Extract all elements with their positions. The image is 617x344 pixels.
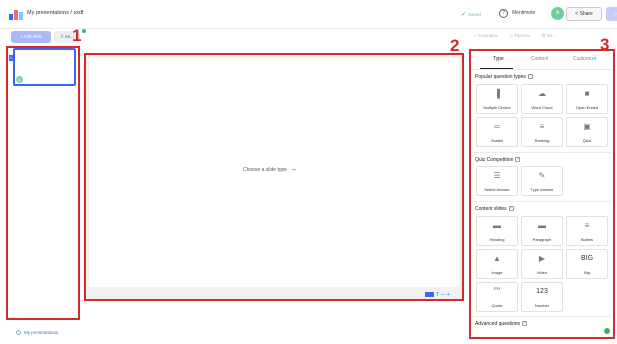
tile-video[interactable]: ▶ Video: [521, 249, 563, 279]
avatar[interactable]: A: [551, 7, 564, 20]
top-bar: My presentations / sxdf ✓ Saved ? Mentimo…: [0, 0, 617, 29]
big-text-icon: BIG: [580, 255, 594, 262]
help-icon[interactable]: ?: [522, 321, 528, 327]
section-advanced-title: Advanced questions?: [475, 321, 528, 327]
help-icon[interactable]: ?: [515, 157, 521, 163]
tile-type-answer[interactable]: ✎ Type Answer: [521, 166, 563, 196]
tile-big[interactable]: BIG Big: [566, 249, 608, 279]
quote-icon: ““: [493, 286, 501, 297]
question-circle-icon[interactable]: ?: [499, 9, 508, 18]
tile-label: Paragraph: [532, 237, 552, 242]
present-button[interactable]: ▷ Present: [606, 7, 617, 21]
section-divider: [473, 152, 611, 153]
add-slide-button[interactable]: + Add slide: [11, 31, 51, 43]
slide-rail-highlight: [6, 46, 80, 320]
menti-logo-icon[interactable]: [9, 9, 24, 20]
section-quiz-title: Quiz Competition?: [475, 157, 521, 163]
tile-ranking[interactable]: ≡ Ranking: [521, 117, 563, 147]
tile-label: Bullets: [580, 237, 593, 242]
tab-content[interactable]: Content: [531, 56, 549, 62]
slide-badge: A: [16, 76, 23, 83]
tab-customize[interactable]: Customize: [573, 56, 597, 62]
tile-label: Scales: [490, 138, 503, 143]
heading-icon: ▬: [493, 221, 501, 230]
tile-bullets[interactable]: ≡ Bullets: [566, 216, 608, 246]
section-divider: [473, 201, 611, 202]
check-icon: ✓: [461, 12, 467, 18]
cloud-icon: ☁: [538, 89, 546, 98]
section-quiz-label: Quiz Competition: [475, 157, 514, 163]
qa-icon: ▣: [583, 122, 591, 131]
tile-heading[interactable]: ▬ Heading: [476, 216, 518, 246]
tile-label: Ranking: [534, 138, 550, 143]
list-icon: ☰: [493, 171, 501, 180]
presentations-icon: [16, 330, 21, 336]
my-presentations-label: My presentations: [24, 330, 59, 335]
status-dot: [82, 29, 86, 33]
annotation-1: 1: [72, 26, 82, 45]
section-divider: [473, 316, 611, 317]
image-icon: ▲: [493, 254, 501, 263]
section-advanced-label: Advanced questions: [475, 321, 521, 327]
my-presentations-link[interactable]: My presentations: [16, 330, 59, 336]
tab-type[interactable]: Type: [493, 56, 504, 62]
video-play-icon: ▶: [538, 254, 546, 263]
tile-label: Image: [491, 270, 503, 275]
tile-number[interactable]: 123 Number: [521, 282, 563, 312]
tile-label: Video: [536, 270, 548, 275]
bullets-icon: ≡: [584, 221, 590, 230]
tile-word-cloud[interactable]: ☁ Word Cloud: [521, 84, 563, 114]
toolbar-right: ☆ Examples ◇ Themes ⚙ Se...: [473, 33, 566, 39]
tile-label: Open Ended: [575, 105, 599, 110]
share-button[interactable]: < Share: [566, 7, 602, 21]
pencil-icon: ✎: [538, 171, 546, 180]
canvas-highlight: [84, 53, 464, 301]
tile-quote[interactable]: ““ Quote: [476, 282, 518, 312]
tile-image[interactable]: ▲ Image: [476, 249, 518, 279]
scales-icon: ═: [494, 122, 500, 131]
tile-label: Big: [584, 270, 590, 275]
paragraph-icon: ▬: [538, 221, 546, 230]
ranking-icon: ≡: [539, 122, 545, 131]
tile-label: Multiple Choice: [483, 105, 511, 110]
panel-tabs: Type Content Customize: [473, 56, 611, 68]
tile-scales[interactable]: ═ Scales: [476, 117, 518, 147]
saved-status: ✓ Saved: [461, 11, 481, 18]
section-content-title: Content slides?: [475, 206, 514, 212]
mentimote-link[interactable]: Mentimote: [512, 10, 535, 16]
tile-multiple-choice[interactable]: ▐ Multiple Choice: [476, 84, 518, 114]
themes-button[interactable]: ◇ Themes: [509, 33, 530, 38]
tab-divider: [471, 69, 613, 70]
help-icon[interactable]: ?: [527, 74, 533, 80]
tile-label: Number: [534, 303, 550, 308]
tile-select-answer[interactable]: ☰ Select Answer: [476, 166, 518, 196]
speech-bubbles-icon: ■: [584, 89, 590, 98]
breadcrumb[interactable]: My presentations / sxdf: [27, 10, 84, 16]
tile-label: Select Answer: [484, 187, 510, 192]
settings-button[interactable]: ⚙ Se...: [541, 33, 556, 38]
tile-label: Heading: [489, 237, 505, 242]
annotation-2: 2: [450, 36, 460, 55]
bar-chart-icon: ▐: [494, 89, 500, 98]
chat-indicator[interactable]: [604, 328, 610, 334]
tile-label: Type Answer: [530, 187, 554, 192]
help-icon[interactable]: ?: [508, 206, 514, 212]
tile-paragraph[interactable]: ▬ Paragraph: [521, 216, 563, 246]
tile-open-ended[interactable]: ■ Open Ended: [566, 84, 608, 114]
section-content-label: Content slides: [475, 206, 507, 212]
section-popular-title: Popular question types?: [475, 74, 533, 80]
tile-label: Q&A: [582, 138, 592, 143]
tile-label: Quote: [491, 303, 503, 308]
number-icon: 123: [536, 288, 548, 295]
examples-button[interactable]: ☆ Examples: [473, 33, 498, 38]
tile-label: Word Cloud: [531, 105, 553, 110]
tile-qa[interactable]: ▣ Q&A: [566, 117, 608, 147]
saved-label: Saved: [468, 12, 481, 17]
section-popular-label: Popular question types: [475, 74, 526, 80]
